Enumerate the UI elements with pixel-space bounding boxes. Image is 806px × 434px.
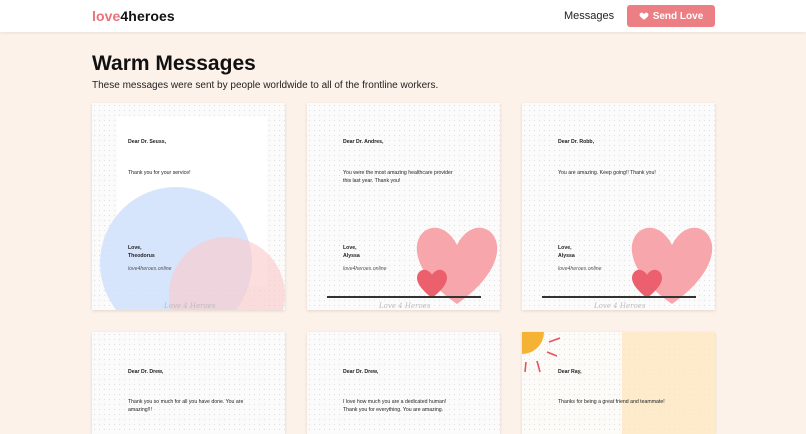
card-greeting: Dear Dr. Seuss, bbox=[128, 139, 167, 145]
card-brand: Love 4 Heroes bbox=[164, 302, 216, 310]
sun-illustration bbox=[522, 332, 715, 434]
card-body: Thank you for your service! bbox=[128, 170, 191, 176]
nav-messages-link[interactable]: Messages bbox=[564, 10, 614, 22]
card-body: Thank you so much for all you have done.… bbox=[128, 399, 244, 413]
message-card[interactable]: Dear Dr. Drew, I love how much you are a… bbox=[307, 332, 500, 434]
page-subtitle: These messages were sent by people world… bbox=[92, 80, 439, 91]
send-love-label: Send Love bbox=[652, 10, 704, 22]
card-signoff: Love, bbox=[343, 245, 357, 251]
heart-icon bbox=[639, 12, 649, 20]
card-body: You were the most amazing healthcare pro… bbox=[343, 170, 453, 184]
card-greeting: Dear Ray, bbox=[558, 369, 582, 375]
hearts-illustration bbox=[416, 227, 498, 304]
message-card[interactable]: Dear Dr. Drew, Thank you so much for all… bbox=[92, 332, 285, 434]
card-texture bbox=[92, 332, 285, 434]
message-card[interactable]: Dear Dr. Robb, You are amazing. Keep goi… bbox=[522, 103, 715, 310]
card-site: love4heroes.online bbox=[128, 266, 172, 272]
card-brand: Love 4 Heroes bbox=[594, 302, 646, 310]
logo-part-love: love bbox=[92, 8, 121, 24]
navbar: love4heroes Messages Send Love bbox=[0, 0, 806, 32]
card-texture bbox=[307, 332, 500, 434]
logo-part-heroes: 4heroes bbox=[120, 8, 175, 24]
card-sender: Alyssa bbox=[343, 253, 360, 259]
card-greeting: Dear Dr. Andres, bbox=[343, 139, 384, 145]
message-card[interactable]: Dear Dr. Andres, You were the most amazi… bbox=[307, 103, 500, 310]
card-sender: Theodorus bbox=[128, 253, 155, 259]
card-baseline bbox=[542, 296, 696, 298]
card-body: Thanks for being a great friend and team… bbox=[558, 399, 665, 405]
message-card[interactable]: Dear Ray, Thanks for being a great frien… bbox=[522, 332, 715, 434]
card-body: You are amazing. Keep going!! Thank you! bbox=[558, 170, 656, 176]
card-site: love4heroes.online bbox=[343, 266, 387, 272]
hearts-illustration bbox=[631, 227, 713, 304]
circles-illustration bbox=[100, 187, 285, 310]
card-brand: Love 4 Heroes bbox=[379, 302, 431, 310]
card-baseline bbox=[327, 296, 481, 298]
card-greeting: Dear Dr. Drew, bbox=[343, 369, 379, 375]
card-body: I love how much you are a dedicated huma… bbox=[343, 399, 447, 413]
message-card[interactable]: Dear Dr. Seuss, Thank you for your servi… bbox=[92, 103, 285, 310]
card-signoff: Love, bbox=[558, 245, 572, 251]
card-greeting: Dear Dr. Robb, bbox=[558, 139, 595, 145]
send-love-button[interactable]: Send Love bbox=[627, 5, 715, 27]
page-title: Warm Messages bbox=[92, 52, 256, 75]
logo[interactable]: love4heroes bbox=[92, 8, 175, 24]
card-site: love4heroes.online bbox=[558, 266, 602, 272]
card-signoff: Love, bbox=[128, 245, 142, 251]
card-sender: Alyssa bbox=[558, 253, 575, 259]
card-greeting: Dear Dr. Drew, bbox=[128, 369, 164, 375]
